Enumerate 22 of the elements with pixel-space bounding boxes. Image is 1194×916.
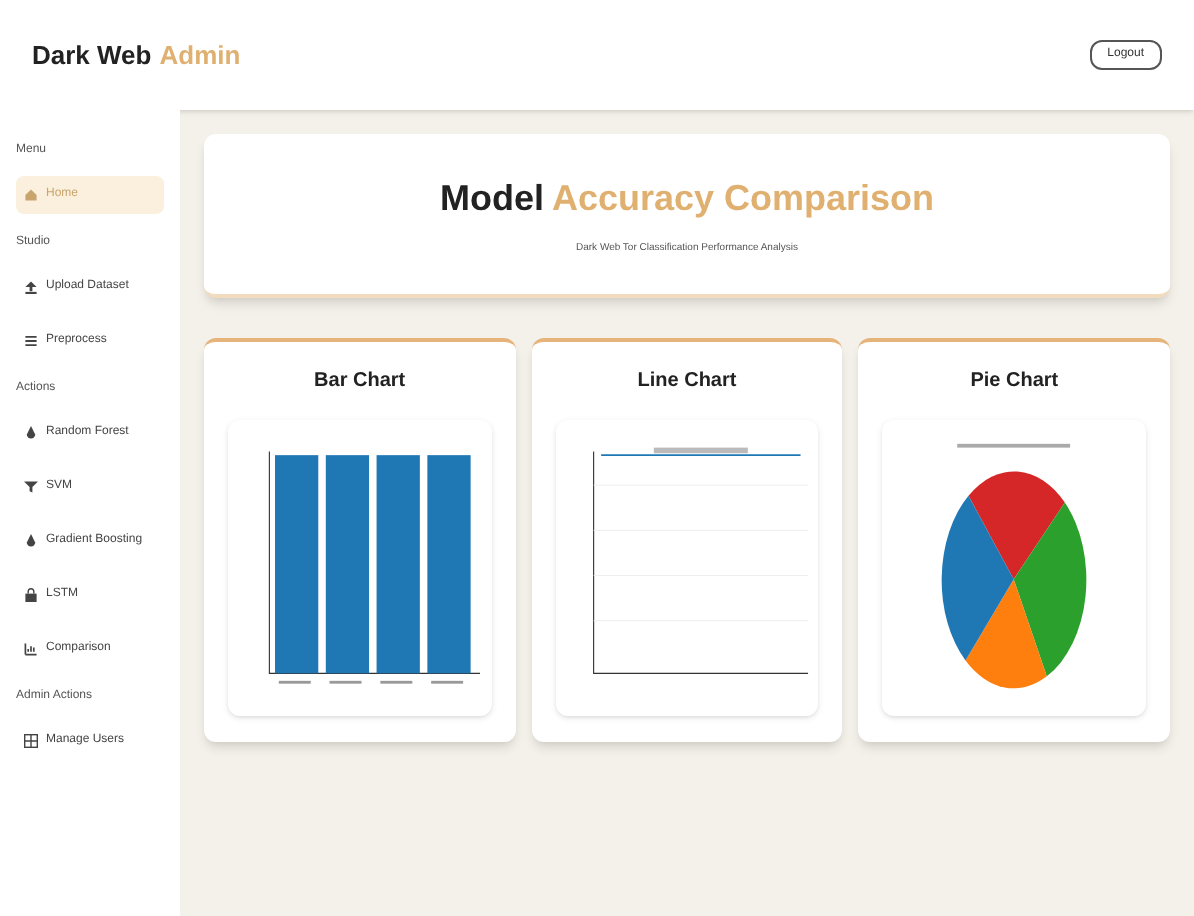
list-icon: [24, 334, 38, 348]
tick-mark: [329, 680, 362, 684]
chart-icon: [24, 642, 38, 656]
page-title: Model: [439, 175, 544, 222]
chart-title-bar: [957, 443, 1071, 448]
filter-icon: [24, 480, 38, 494]
drop-icon: [24, 534, 38, 548]
home-icon: [24, 188, 38, 202]
brand-name: Dark Web: [32, 37, 152, 74]
drop-icon: [24, 426, 38, 440]
tick-mark: [380, 680, 413, 684]
chart-legend: [653, 447, 748, 454]
tick-mark: [431, 680, 464, 684]
upload-icon: [24, 280, 38, 294]
chart-title: Pie Chart: [970, 368, 1059, 396]
tick-mark: [278, 680, 311, 684]
chart-title: Bar Chart: [314, 368, 406, 396]
lock-icon: [24, 588, 38, 602]
page-title-accent: Accuracy Comparison: [551, 175, 935, 222]
chart-title: Line Chart: [637, 368, 737, 396]
brand-accent: Admin: [159, 37, 241, 74]
grid-icon: [24, 734, 38, 748]
